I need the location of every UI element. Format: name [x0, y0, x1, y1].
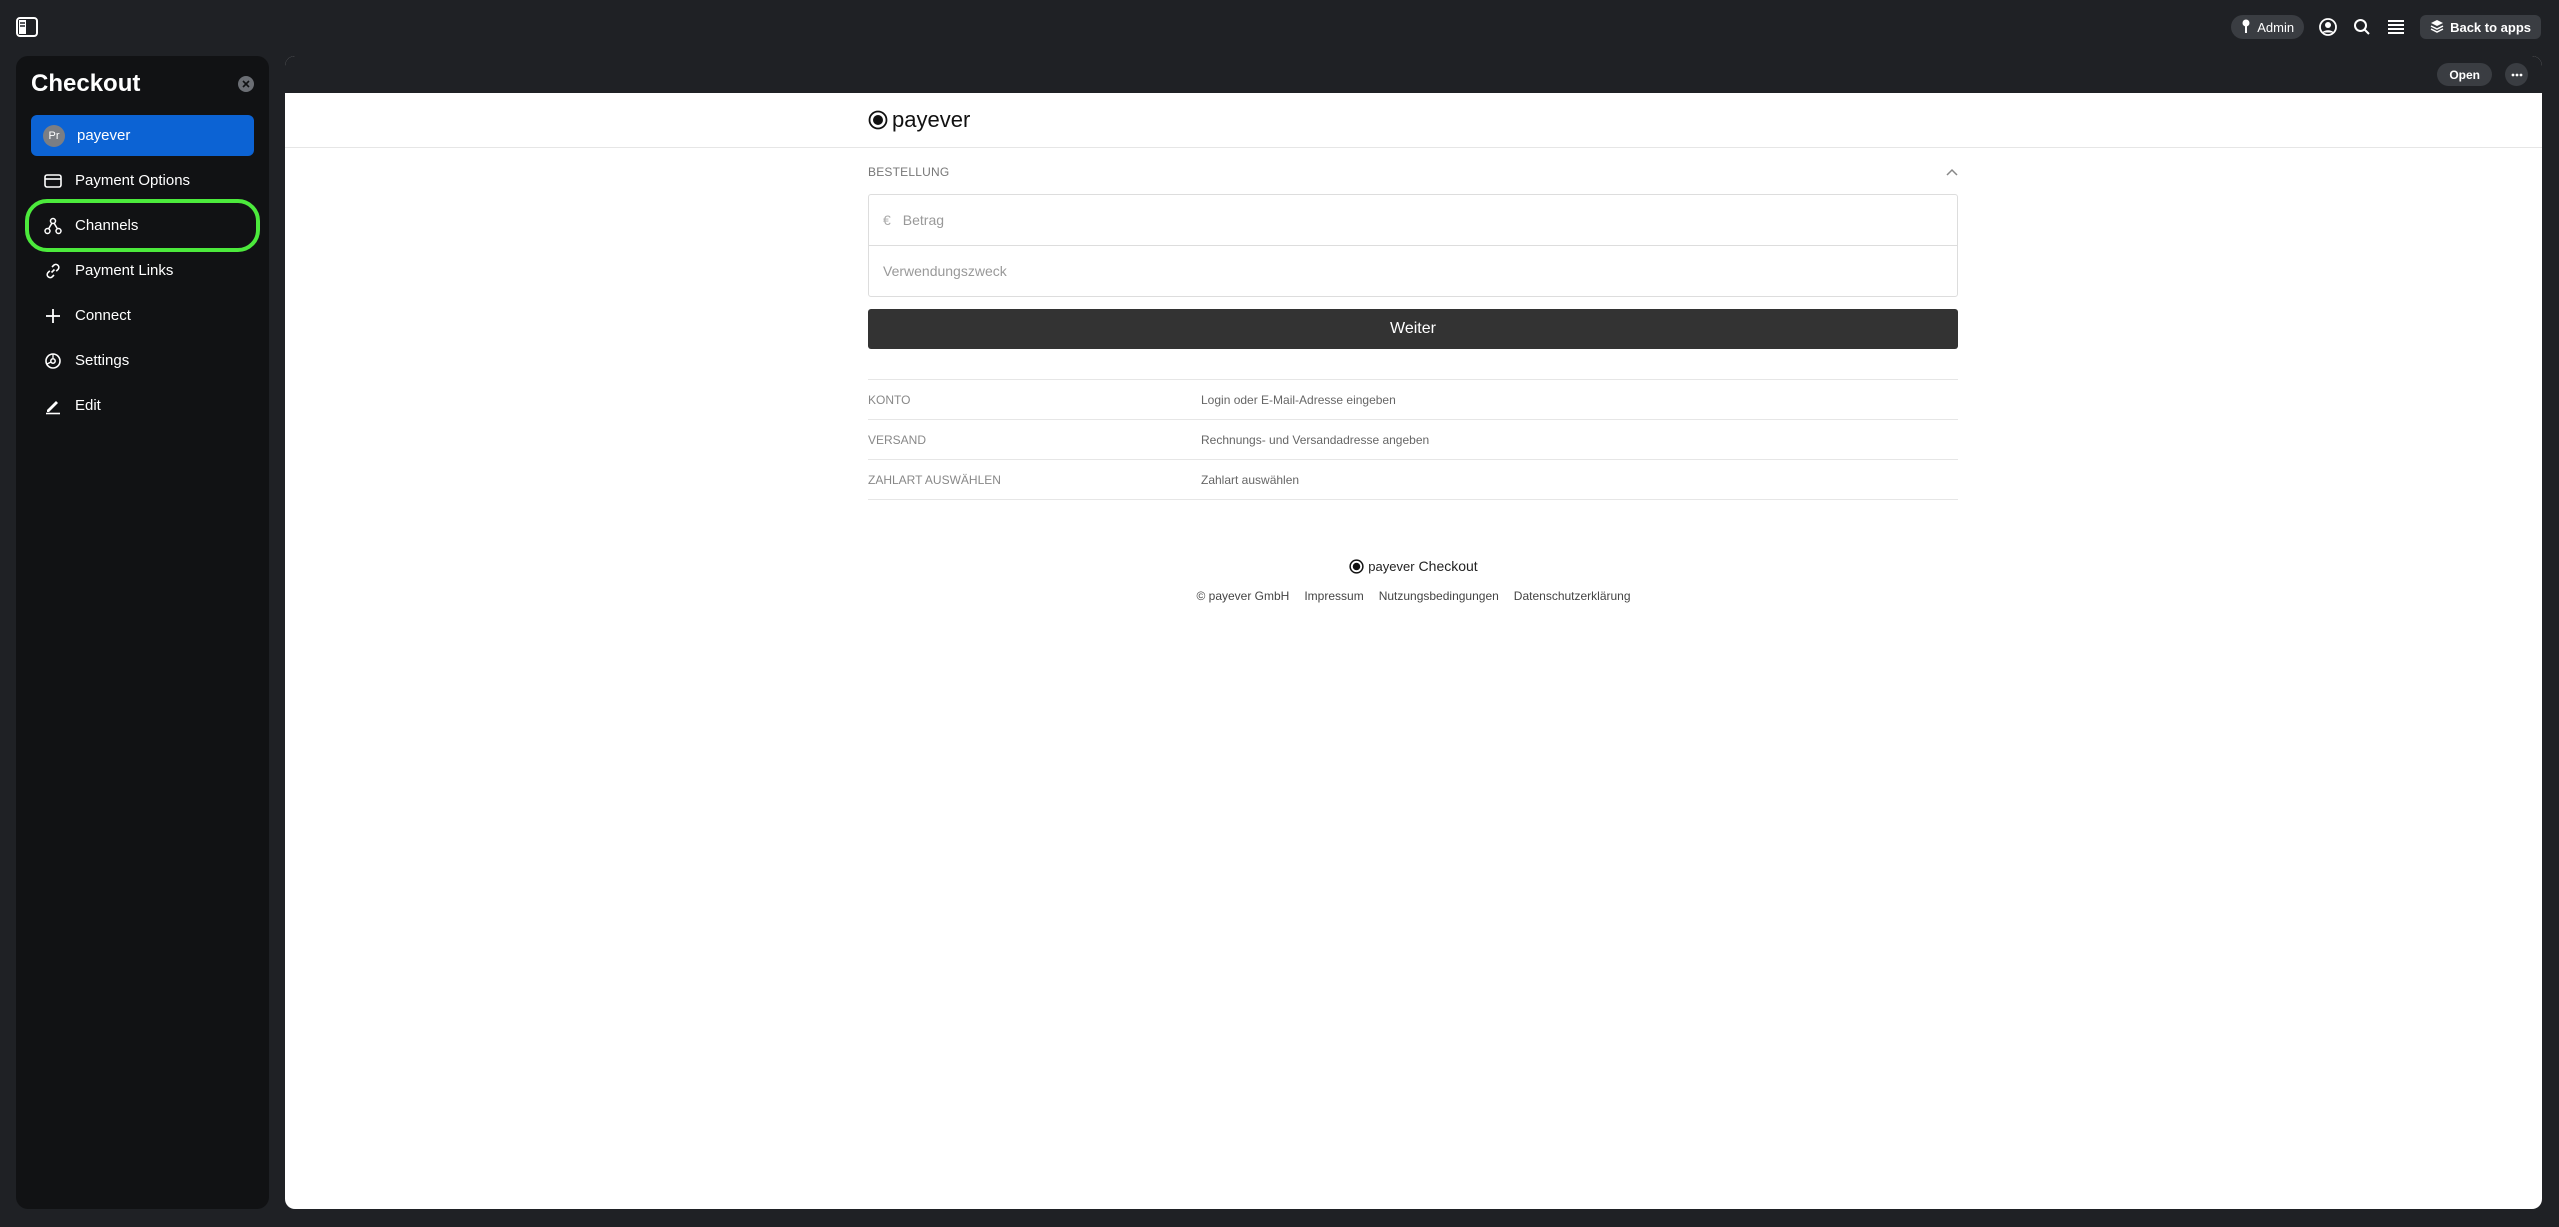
- order-section-header[interactable]: BESTELLUNG: [868, 160, 1958, 184]
- amount-field[interactable]: € Betrag: [869, 195, 1957, 245]
- checkout-footer: payever Checkout © payever GmbH Impressu…: [285, 558, 2542, 603]
- channels-icon: [43, 216, 63, 236]
- avatar: Pr: [43, 124, 65, 147]
- sidebar-item-label: Payment Links: [75, 262, 174, 279]
- sidebar-item-label: payever: [77, 127, 131, 144]
- back-to-apps-button[interactable]: Back to apps: [2420, 15, 2541, 39]
- step-description: Rechnungs- und Versandadresse angeben: [1201, 432, 1430, 447]
- section-title: BESTELLUNG: [868, 165, 950, 179]
- sidebar-toggle-icon[interactable]: [15, 15, 39, 39]
- admin-label: Admin: [2257, 19, 2295, 35]
- sidebar-item-label: Edit: [75, 397, 101, 414]
- sidebar-item-label: Connect: [75, 307, 131, 324]
- sidebar-item-connect[interactable]: Connect: [31, 295, 254, 336]
- plus-icon: [43, 306, 63, 326]
- step-title: VERSAND: [868, 432, 927, 447]
- continue-button[interactable]: Weiter: [868, 309, 1958, 349]
- sidebar-item-edit[interactable]: Edit: [31, 385, 254, 426]
- sidebar-item-label: Payment Options: [75, 172, 191, 189]
- sidebar-nav: Pr payever Payment Options Channels Paym…: [25, 115, 260, 430]
- sidebar-item-payever[interactable]: Pr payever: [31, 115, 254, 156]
- footer-links: © payever GmbH Impressum Nutzungsbedingu…: [285, 589, 2542, 603]
- sidebar-item-channels[interactable]: Channels: [25, 199, 260, 252]
- menu-icon[interactable]: [2386, 17, 2406, 37]
- footer-copyright: © payever GmbH: [1196, 588, 1290, 603]
- top-bar: Admin Back to apps: [0, 0, 2559, 54]
- sidebar-item-label: Channels: [75, 217, 139, 234]
- sidebar-item-payment-options[interactable]: Payment Options: [31, 160, 254, 201]
- footer-logo: payever Checkout: [1349, 558, 1478, 574]
- more-options-icon[interactable]: [2505, 63, 2528, 86]
- back-to-apps-label: Back to apps: [2450, 19, 2531, 35]
- footer-link-privacy[interactable]: Datenschutzerklärung: [1514, 589, 1631, 603]
- key-icon: [2241, 19, 2251, 36]
- checkout-content: BESTELLUNG € Betrag Verwendungszweck Wei…: [868, 160, 1958, 500]
- payever-logo-icon: [1349, 558, 1364, 574]
- settings-icon: [43, 351, 63, 371]
- payever-logo: payever: [868, 107, 970, 133]
- sidebar-item-settings[interactable]: Settings: [31, 340, 254, 381]
- step-title: KONTO: [868, 392, 911, 407]
- chevron-up-icon[interactable]: [1946, 165, 1958, 179]
- admin-button[interactable]: Admin: [2231, 15, 2305, 39]
- payever-logo-icon: [868, 110, 888, 130]
- sidebar: Checkout Pr payever Payment Options Chan…: [16, 56, 269, 1209]
- sidebar-title: Checkout: [31, 70, 141, 97]
- footer-link-terms[interactable]: Nutzungsbedingungen: [1379, 589, 1499, 603]
- amount-placeholder: Betrag: [902, 212, 945, 228]
- step-account[interactable]: KONTO Login oder E-Mail-Adresse eingeben: [868, 380, 1958, 420]
- credit-card-icon: [43, 171, 63, 191]
- edit-icon: [43, 396, 63, 416]
- search-icon[interactable]: [2352, 17, 2372, 37]
- footer-link-impressum[interactable]: Impressum: [1304, 589, 1363, 603]
- sidebar-item-payment-links[interactable]: Payment Links: [31, 250, 254, 291]
- footer-product: Checkout: [1418, 558, 1478, 574]
- step-description: Login oder E-Mail-Adresse eingeben: [1201, 392, 1396, 407]
- footer-brand: payever: [1368, 558, 1415, 574]
- sidebar-item-label: Settings: [75, 352, 130, 369]
- panel-header: Open: [285, 56, 2542, 93]
- purpose-field[interactable]: Verwendungszweck: [869, 245, 1957, 296]
- checkout-preview-panel: Open payever BESTELLUNG € Betrag Verwend…: [285, 56, 2542, 1209]
- step-payment-method[interactable]: ZAHLART AUSWÄHLEN Zahlart auswählen: [868, 460, 1958, 500]
- close-icon[interactable]: [238, 76, 254, 92]
- apps-icon: [2430, 19, 2444, 36]
- purpose-placeholder: Verwendungszweck: [883, 263, 1007, 279]
- checkout-header: payever: [285, 93, 2542, 148]
- currency-symbol: €: [883, 212, 891, 228]
- checkout-steps: KONTO Login oder E-Mail-Adresse eingeben…: [868, 379, 1958, 500]
- step-title: ZAHLART AUSWÄHLEN: [868, 472, 1001, 487]
- step-shipping[interactable]: VERSAND Rechnungs- und Versandadresse an…: [868, 420, 1958, 460]
- open-button[interactable]: Open: [2437, 63, 2492, 86]
- logo-text: payever: [892, 107, 971, 132]
- link-icon: [43, 261, 63, 281]
- profile-icon[interactable]: [2318, 17, 2338, 37]
- step-description: Zahlart auswählen: [1201, 472, 1300, 487]
- order-form: € Betrag Verwendungszweck: [868, 194, 1958, 297]
